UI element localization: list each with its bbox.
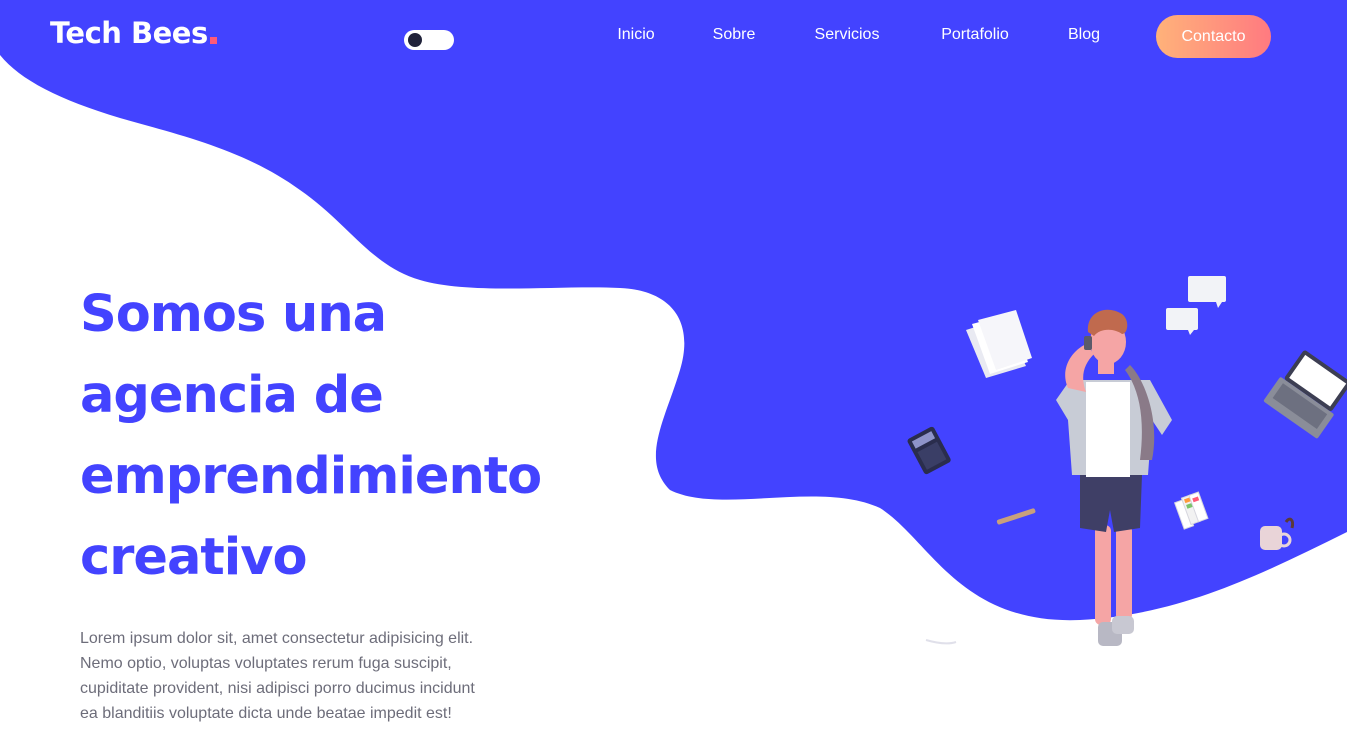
nav-item-servicios[interactable]: Servicios — [815, 26, 880, 44]
hero-illustration — [907, 276, 1347, 646]
nav-item-blog[interactable]: Blog — [1068, 26, 1100, 44]
hero-title-line: creativo — [80, 528, 308, 587]
brand-logo[interactable]: Tech Bees — [50, 16, 217, 50]
theme-toggle[interactable] — [404, 30, 454, 50]
calculator-icon — [907, 426, 951, 475]
coffee-mug-icon — [1260, 517, 1294, 550]
brand-name: Tech Bees — [50, 16, 208, 50]
hero-description: Lorem ipsum dolor sit, amet consectetur … — [80, 626, 550, 726]
contact-button[interactable]: Contacto — [1156, 15, 1271, 58]
hero-description-line: Lorem ipsum dolor sit, amet consectetur … — [80, 630, 474, 647]
papers-icon — [966, 310, 1032, 378]
hero-description-line: Nemo optio, voluptas voluptates rerum fu… — [80, 655, 452, 672]
color-swatch-icon — [1173, 491, 1209, 530]
brand-dot-icon — [209, 37, 217, 44]
hero-title-line: emprendimiento — [80, 447, 542, 506]
nav-item-sobre[interactable]: Sobre — [713, 26, 756, 44]
laptop-icon — [1263, 350, 1347, 439]
speech-bubble-icon — [1166, 276, 1226, 335]
hero-description-line: ea blanditiis voluptate dicta unde beata… — [80, 705, 452, 722]
hero-title-line: agencia de — [80, 366, 384, 425]
nav-item-inicio[interactable]: Inicio — [617, 26, 654, 44]
hero-title-line: Somos una — [80, 285, 387, 344]
nav-item-portafolio[interactable]: Portafolio — [941, 26, 1009, 44]
person-on-phone-icon — [1056, 309, 1172, 646]
hero-title: Somos una agencia de emprendimiento crea… — [80, 274, 640, 598]
toggle-knob — [408, 33, 422, 47]
hero-description-line: cupiditate provident, nisi adipisci porr… — [80, 680, 475, 697]
pencil-icon — [996, 508, 1036, 525]
paper-scrap-icon — [925, 639, 957, 645]
